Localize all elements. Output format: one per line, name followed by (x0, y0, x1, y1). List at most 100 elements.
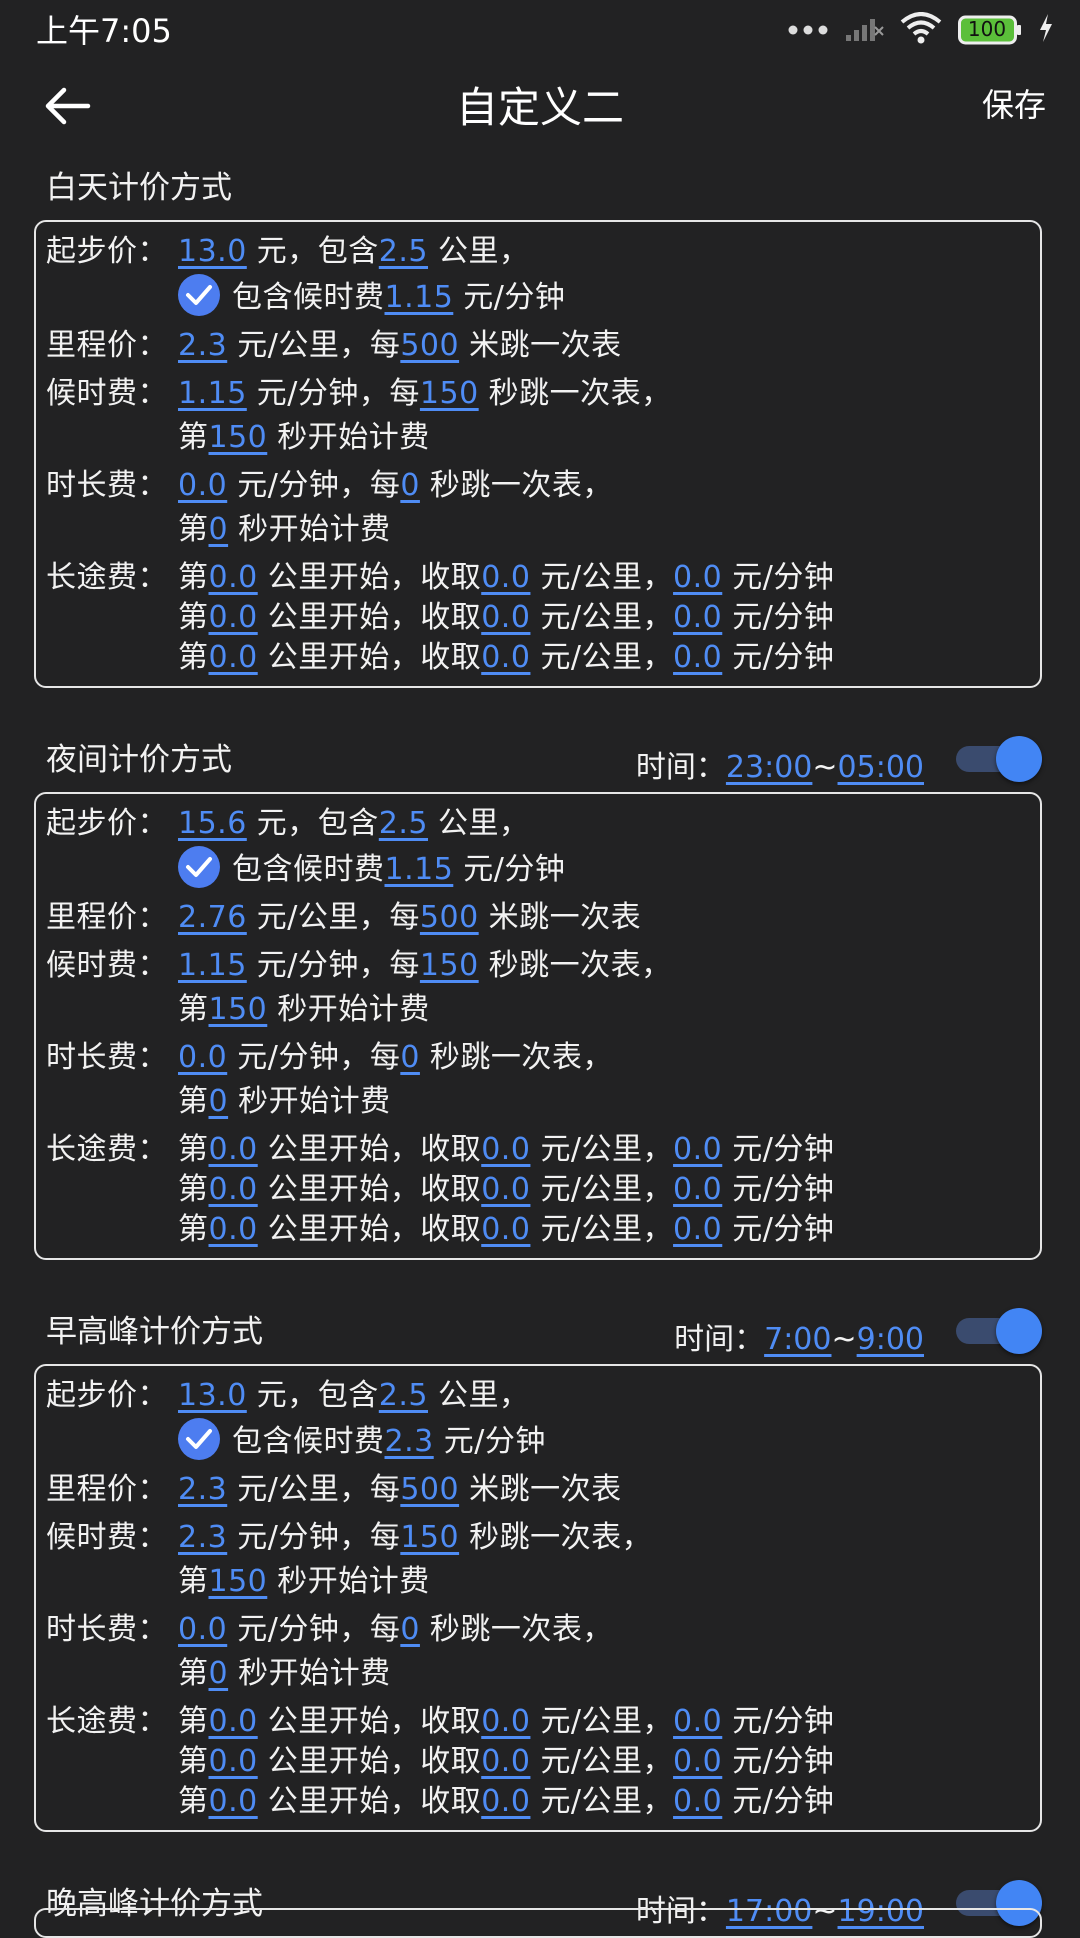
wait-fee-input[interactable]: 1.15 (178, 948, 257, 983)
include-wait-input[interactable]: 1.15 (385, 280, 464, 315)
start-price-row: 起步价： 13.0 元，包含2.5 公里， (46, 1374, 1030, 1418)
time-start-input[interactable]: 7:00 (764, 1322, 831, 1357)
duration-fee-row: 时长费： 0.0 元/分钟，每0 秒跳一次表， (46, 1608, 1030, 1652)
long-km-input[interactable]: 0.0 (209, 1784, 268, 1819)
daytime-pricing-card: 起步价： 13.0 元，包含2.5 公里， 包含候时费1.15 元/分钟 里程价： 2.3… (34, 220, 1042, 688)
include-wait-input[interactable]: 1.15 (385, 852, 464, 887)
long-km-input[interactable]: 0.0 (209, 1744, 268, 1779)
wait-start-input[interactable]: 150 (209, 420, 278, 455)
long-per-km-input[interactable]: 0.0 (481, 1744, 540, 1779)
long-distance-row: 第0.0 公里开始，收取0.0 元/公里，0.0 元/分钟 (46, 1168, 1030, 1212)
duration-seconds-input[interactable]: 0 (400, 1612, 430, 1647)
long-per-min-input[interactable]: 0.0 (673, 1704, 732, 1739)
mileage-mid: 元/公里，每 (237, 328, 401, 363)
long-km-input[interactable]: 0.0 (209, 1132, 268, 1167)
duration-fee-tail: 秒跳一次表， (429, 468, 613, 503)
start-price-unit: 元，包含 (256, 234, 379, 269)
wait-seconds-input[interactable]: 150 (400, 1520, 469, 1555)
wait-start-input[interactable]: 150 (209, 992, 278, 1027)
include-wait-checkbox[interactable] (178, 1418, 220, 1460)
back-button[interactable] (40, 78, 96, 134)
duration-fee-tail: 秒跳一次表， (429, 1040, 613, 1075)
wait-start-prefix: 第 (178, 420, 209, 455)
long-mid2: 元/公里， (540, 1744, 674, 1779)
long-per-km-input[interactable]: 0.0 (481, 1172, 540, 1207)
long-per-min-input[interactable]: 0.0 (673, 1744, 732, 1779)
time-end-input[interactable]: 05:00 (838, 750, 924, 785)
mileage-meters-input[interactable]: 500 (420, 900, 489, 935)
long-km-input[interactable]: 0.0 (209, 1704, 268, 1739)
long-per-min-input[interactable]: 0.0 (673, 600, 732, 635)
duration-fee-input[interactable]: 0.0 (178, 468, 237, 503)
morning-rush-pricing-card: 起步价： 13.0 元，包含2.5 公里， 包含候时费2.3 元/分钟 里程价： 2.3 元… (34, 1364, 1042, 1832)
mileage-meters-input[interactable]: 500 (400, 1472, 469, 1507)
include-wait-checkbox[interactable] (178, 846, 220, 888)
duration-start-tail: 秒开始计费 (238, 1656, 391, 1691)
wait-seconds-input[interactable]: 150 (420, 948, 489, 983)
duration-fee-input[interactable]: 0.0 (178, 1040, 237, 1075)
wait-start-prefix: 第 (178, 1564, 209, 1599)
night-enable-toggle[interactable] (952, 736, 1042, 782)
mileage-meters-input[interactable]: 500 (400, 328, 469, 363)
wait-start-tail: 秒开始计费 (277, 992, 430, 1027)
long-km-input[interactable]: 0.0 (209, 1172, 268, 1207)
wait-fee-input[interactable]: 2.3 (178, 1520, 237, 1555)
long-per-min-input[interactable]: 0.0 (673, 1132, 732, 1167)
long-tail: 元/分钟 (732, 640, 835, 675)
mileage-tail: 米跳一次表 (469, 1472, 622, 1507)
time-start-input[interactable]: 23:00 (726, 750, 812, 785)
long-per-min-input[interactable]: 0.0 (673, 1172, 732, 1207)
wait-fee-input[interactable]: 1.15 (178, 376, 257, 411)
long-per-min-input[interactable]: 0.0 (673, 1212, 732, 1247)
start-price-input[interactable]: 13.0 (178, 234, 257, 269)
wait-seconds-input[interactable]: 150 (420, 376, 489, 411)
long-per-km-input[interactable]: 0.0 (481, 640, 540, 675)
start-price-input[interactable]: 13.0 (178, 1378, 257, 1413)
wait-fee-mid: 元/分钟，每 (256, 376, 420, 411)
start-km-input[interactable]: 2.5 (379, 1378, 438, 1413)
wait-start-row: 第150 秒开始计费 (46, 416, 1030, 460)
start-price-label: 起步价： (46, 1378, 168, 1413)
long-per-km-input[interactable]: 0.0 (481, 1212, 540, 1247)
long-per-km-input[interactable]: 0.0 (481, 1784, 540, 1819)
save-button[interactable]: 保存 (982, 80, 1046, 126)
include-wait-input[interactable]: 2.3 (385, 1424, 444, 1459)
long-per-min-input[interactable]: 0.0 (673, 560, 732, 595)
duration-fee-mid: 元/分钟，每 (237, 1040, 401, 1075)
mileage-price-input[interactable]: 2.3 (178, 328, 237, 363)
start-km-input[interactable]: 2.5 (379, 234, 438, 269)
mileage-row: 里程价： 2.3 元/公里，每500 米跳一次表 (46, 1468, 1030, 1512)
long-per-km-input[interactable]: 0.0 (481, 600, 540, 635)
long-mid2: 元/公里， (540, 1212, 674, 1247)
long-km-input[interactable]: 0.0 (209, 560, 268, 595)
long-mid1: 公里开始，收取 (267, 1132, 482, 1167)
long-km-input[interactable]: 0.0 (209, 640, 268, 675)
time-end-input[interactable]: 9:00 (857, 1322, 924, 1357)
wait-start-input[interactable]: 150 (209, 1564, 278, 1599)
duration-seconds-input[interactable]: 0 (400, 468, 430, 503)
duration-start-prefix: 第 (178, 512, 209, 547)
start-km-input[interactable]: 2.5 (379, 806, 438, 841)
long-per-min-input[interactable]: 0.0 (673, 640, 732, 675)
morning-rush-enable-toggle[interactable] (952, 1308, 1042, 1354)
duration-seconds-input[interactable]: 0 (400, 1040, 430, 1075)
duration-start-input[interactable]: 0 (209, 1656, 239, 1691)
long-distance-row: 第0.0 公里开始，收取0.0 元/公里，0.0 元/分钟 (46, 1780, 1030, 1824)
long-km-input[interactable]: 0.0 (209, 600, 268, 635)
start-price-input[interactable]: 15.6 (178, 806, 257, 841)
include-wait-checkbox[interactable] (178, 274, 220, 316)
duration-start-input[interactable]: 0 (209, 1084, 239, 1119)
long-per-km-input[interactable]: 0.0 (481, 1704, 540, 1739)
long-tail: 元/分钟 (732, 1744, 835, 1779)
duration-fee-input[interactable]: 0.0 (178, 1612, 237, 1647)
long-prefix: 第 (178, 1784, 209, 1819)
mileage-price-input[interactable]: 2.3 (178, 1472, 237, 1507)
mileage-price-input[interactable]: 2.76 (178, 900, 257, 935)
long-per-min-input[interactable]: 0.0 (673, 1784, 732, 1819)
long-per-km-input[interactable]: 0.0 (481, 1132, 540, 1167)
long-per-km-input[interactable]: 0.0 (481, 560, 540, 595)
start-price-row: 起步价： 15.6 元，包含2.5 公里， (46, 802, 1030, 846)
duration-start-input[interactable]: 0 (209, 512, 239, 547)
long-km-input[interactable]: 0.0 (209, 1212, 268, 1247)
wait-start-prefix: 第 (178, 992, 209, 1027)
